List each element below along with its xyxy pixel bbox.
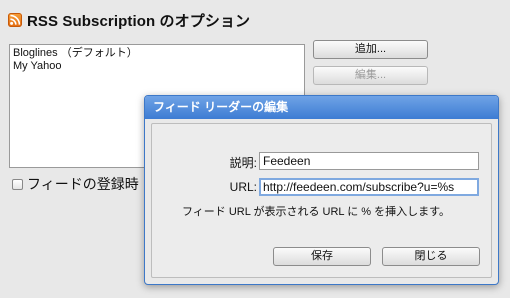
description-label: 説明: (229, 156, 257, 170)
add-button[interactable]: 追加... (313, 40, 428, 59)
dialog-title: フィード リーダーの編集 (145, 96, 498, 119)
list-item[interactable]: My Yahoo (13, 60, 301, 73)
close-button[interactable]: 閉じる (382, 247, 480, 266)
rss-feed-icon (8, 13, 22, 27)
url-input[interactable]: http://feedeen.com/subscribe?u=%s (259, 178, 479, 196)
edit-button[interactable]: 編集... (313, 66, 428, 85)
page-title: RSS Subscription のオプション (27, 12, 251, 30)
register-checkbox-label: フィードの登録時 (27, 176, 139, 192)
register-option-row[interactable]: フィードの登録時 (12, 174, 139, 194)
url-hint: フィード URL が表示される URL に % を挿入します。 (182, 206, 450, 218)
description-input[interactable]: Feedeen (259, 152, 479, 170)
register-checkbox[interactable] (12, 178, 23, 190)
list-item[interactable]: Bloglines （デフォルト） (13, 47, 301, 60)
save-button[interactable]: 保存 (273, 247, 371, 266)
edit-feed-reader-dialog: フィード リーダーの編集 説明: Feedeen URL: http://fee… (144, 95, 499, 285)
page-header: RSS Subscription のオプション (8, 10, 250, 30)
url-label: URL: (229, 180, 257, 194)
dialog-body: 説明: Feedeen URL: http://feedeen.com/subs… (151, 123, 492, 278)
